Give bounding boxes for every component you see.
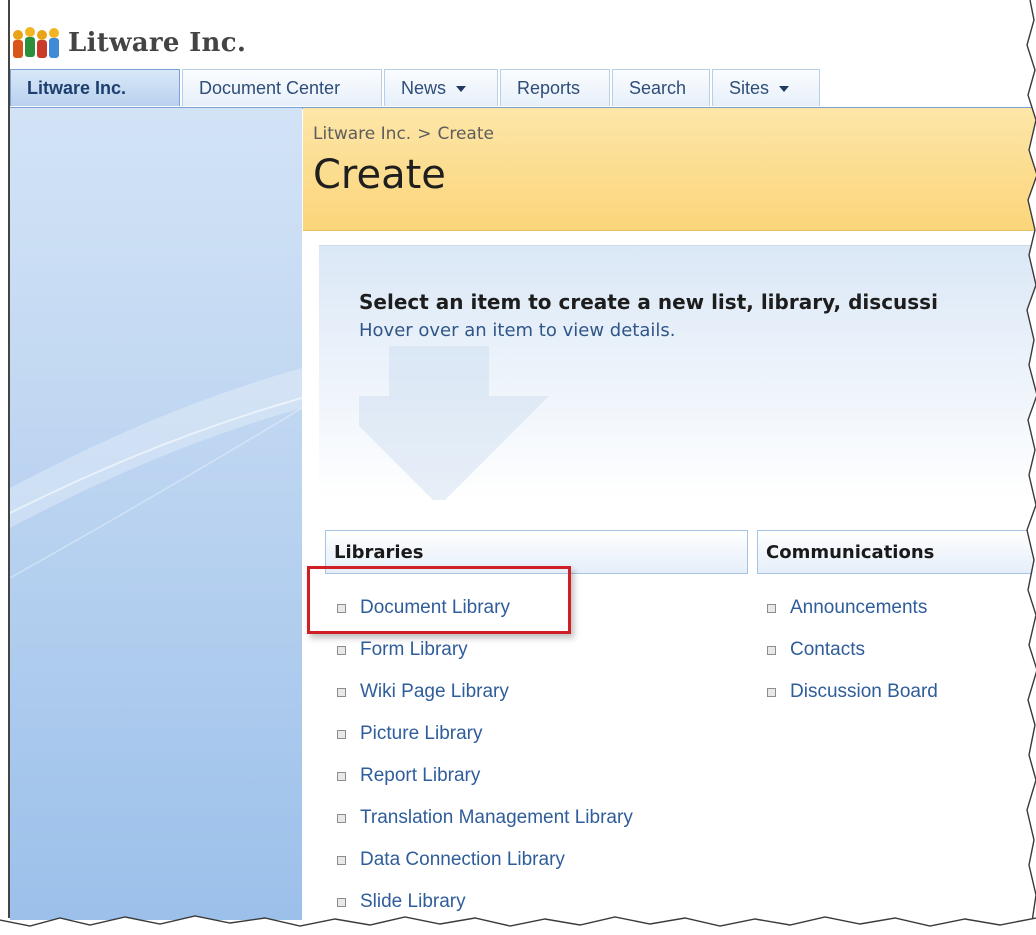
tab-reports[interactable]: Reports: [500, 69, 610, 106]
item-label: Contacts: [790, 639, 865, 660]
tab-label: News: [401, 77, 447, 98]
breadcrumb-current: Create: [437, 124, 494, 144]
chevron-down-icon: [456, 86, 467, 92]
item-label: Translation Management Library: [360, 807, 633, 828]
people-logo-icon: [10, 23, 62, 63]
page-title: Create: [313, 152, 446, 198]
page-title-area: Litware Inc. > Create Create: [303, 108, 1036, 231]
tab-sites[interactable]: Sites: [712, 69, 820, 106]
item-label: Announcements: [790, 597, 928, 618]
libraries-title: Libraries: [334, 541, 424, 563]
bullet-icon: [767, 645, 776, 655]
item-label: Slide Library: [360, 891, 466, 912]
list-item-picture-library[interactable]: Picture Library: [337, 713, 633, 755]
breadcrumb: Litware Inc. > Create: [313, 124, 494, 144]
item-label: Form Library: [360, 639, 468, 660]
swoosh-decoration: [10, 368, 302, 579]
tab-search[interactable]: Search: [612, 69, 710, 106]
communications-title: Communications: [766, 541, 935, 563]
list-item-discussion-board[interactable]: Discussion Board: [767, 671, 938, 713]
list-item-data-connection-library[interactable]: Data Connection Library: [337, 839, 633, 881]
tab-label: Litware Inc.: [27, 77, 127, 98]
list-item-slide-library[interactable]: Slide Library: [337, 881, 633, 923]
banner-heading: Select an item to create a new list, lib…: [359, 290, 938, 314]
list-item-translation-management-library[interactable]: Translation Management Library: [337, 797, 633, 839]
list-item-report-library[interactable]: Report Library: [337, 755, 633, 797]
list-item-announcements[interactable]: Announcements: [767, 587, 938, 629]
item-label: Report Library: [360, 765, 481, 786]
item-label: Picture Library: [360, 723, 483, 744]
highlight-callout-box: [307, 566, 571, 634]
list-item-form-library[interactable]: Form Library: [337, 629, 633, 671]
left-frame-border: [8, 0, 10, 918]
bullet-icon: [337, 729, 346, 739]
tab-document-center[interactable]: Document Center: [182, 69, 382, 106]
item-label: Data Connection Library: [360, 849, 565, 870]
top-navigation: Litware Inc. Document Center News Report…: [10, 69, 1036, 109]
item-label: Discussion Board: [790, 681, 938, 702]
left-navigation-panel: [10, 108, 302, 920]
list-item-wiki-page-library[interactable]: Wiki Page Library: [337, 671, 633, 713]
create-banner: Select an item to create a new list, lib…: [319, 245, 1036, 500]
list-item-contacts[interactable]: Contacts: [767, 629, 938, 671]
site-header: Litware Inc.: [10, 18, 1030, 68]
bullet-icon: [337, 645, 346, 655]
item-label: Wiki Page Library: [360, 681, 509, 702]
tab-news[interactable]: News: [384, 69, 498, 106]
communications-list: Announcements Contacts Discussion Board: [767, 587, 938, 713]
tab-litware-inc[interactable]: Litware Inc.: [10, 69, 180, 106]
breadcrumb-separator: >: [417, 124, 432, 144]
tab-label: Reports: [517, 77, 581, 98]
bullet-icon: [767, 687, 776, 697]
bullet-icon: [337, 687, 346, 697]
site-title[interactable]: Litware Inc.: [68, 28, 246, 58]
bullet-icon: [767, 603, 776, 613]
bullet-icon: [337, 813, 346, 823]
breadcrumb-root-link[interactable]: Litware Inc.: [313, 124, 411, 144]
banner-subheading: Hover over an item to view details.: [359, 320, 676, 341]
communications-header: Communications: [757, 530, 1036, 574]
libraries-list: Document Library Form Library Wiki Page …: [337, 587, 633, 923]
bullet-icon: [337, 771, 346, 781]
bullet-icon: [337, 855, 346, 865]
tab-label: Document Center: [199, 77, 341, 98]
tab-label: Sites: [729, 77, 770, 98]
tab-label: Search: [629, 77, 687, 98]
screenshot-frame: Litware Inc. Litware Inc. Document Cente…: [0, 0, 1036, 935]
chevron-down-icon: [779, 86, 790, 92]
bullet-icon: [337, 897, 346, 907]
